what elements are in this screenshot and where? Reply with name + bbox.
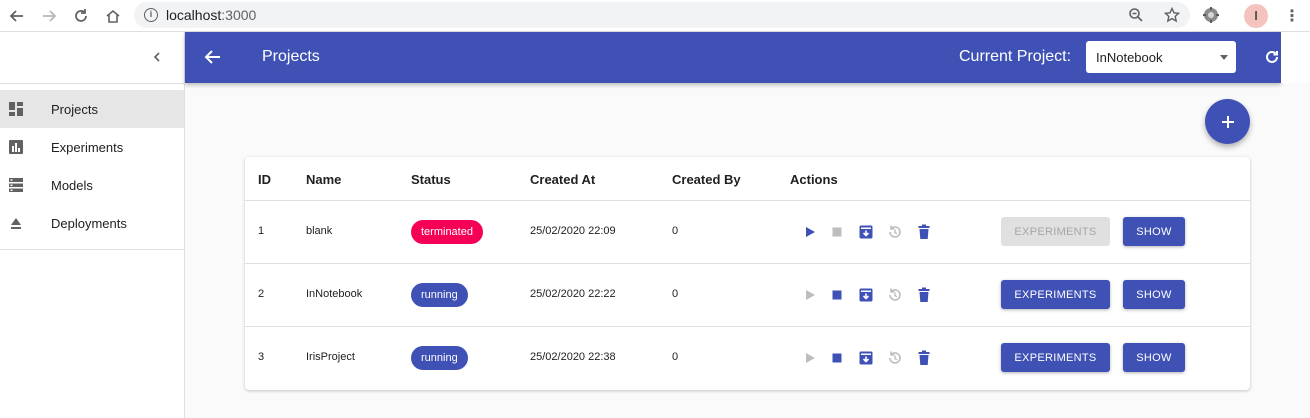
storage-icon — [8, 177, 24, 193]
table-row: 3 IrisProject running 25/02/2020 22:38 0… — [245, 327, 1250, 390]
status-badge: terminated — [411, 220, 483, 244]
stop-icon[interactable] — [828, 223, 846, 241]
chevron-left-icon[interactable] — [146, 46, 168, 68]
status-badge: running — [411, 346, 468, 370]
back-arrow-icon[interactable] — [6, 5, 28, 27]
address-bar[interactable]: i localhost:3000 — [134, 2, 1190, 28]
cell-created-by: 0 — [672, 351, 679, 363]
cell-created-by: 0 — [672, 288, 679, 300]
sidebar-item-label: Projects — [51, 101, 98, 117]
experiments-button[interactable]: EXPERIMENTS — [1001, 280, 1110, 309]
cell-created-at: 25/02/2020 22:38 — [530, 351, 616, 363]
restore-icon[interactable] — [886, 223, 904, 241]
sidebar-item-deployments[interactable]: Deployments — [0, 204, 184, 242]
table-row: 2 InNotebook running 25/02/2020 22:22 0 … — [245, 264, 1250, 327]
sidebar-item-label: Deployments — [51, 215, 127, 231]
sidebar-item-label: Experiments — [51, 139, 124, 155]
restore-icon[interactable] — [886, 349, 904, 367]
stop-icon[interactable] — [828, 286, 846, 304]
extension-icon[interactable] — [1200, 4, 1222, 26]
cell-name: InNotebook — [306, 288, 363, 300]
experiments-button[interactable]: EXPERIMENTS — [1001, 217, 1110, 246]
cell-created-at: 25/02/2020 22:09 — [530, 225, 616, 237]
url-host: localhost — [166, 7, 222, 23]
projects-table: ID Name Status Created At Created By Act… — [245, 157, 1250, 390]
dropdown-caret-icon — [1220, 55, 1228, 60]
current-project-value: InNotebook — [1096, 49, 1163, 65]
table-row: 1 blank terminated 25/02/2020 22:09 0 EX… — [245, 201, 1250, 264]
forward-arrow-icon[interactable] — [38, 5, 60, 27]
sidebar-item-experiments[interactable]: Experiments — [0, 128, 184, 166]
home-icon[interactable] — [102, 5, 124, 27]
plus-icon — [1221, 115, 1234, 128]
archive-icon[interactable] — [857, 223, 875, 241]
delete-icon[interactable] — [915, 223, 933, 241]
experiments-button[interactable]: EXPERIMENTS — [1001, 343, 1110, 372]
archive-icon[interactable] — [857, 349, 875, 367]
page-title: Projects — [262, 48, 320, 65]
sidebar: Projects Experiments Models Deployments — [0, 32, 185, 418]
cell-name: blank — [306, 225, 333, 237]
cell-created-by: 0 — [672, 225, 679, 237]
bar-chart-icon — [8, 139, 24, 155]
url-port: :3000 — [221, 7, 257, 23]
menu-kebab-icon[interactable]: ⋮ — [1282, 6, 1302, 26]
current-project-label: Current Project: — [959, 48, 1072, 65]
column-header-actions: Actions — [790, 172, 838, 187]
delete-icon[interactable] — [915, 349, 933, 367]
stop-icon[interactable] — [828, 349, 846, 367]
star-icon[interactable] — [1162, 5, 1182, 25]
current-project-select[interactable]: InNotebook — [1086, 41, 1236, 73]
column-header-name: Name — [306, 172, 342, 187]
restore-icon[interactable] — [886, 286, 904, 304]
cell-id: 1 — [258, 225, 265, 237]
play-icon[interactable] — [801, 349, 819, 367]
cell-created-at: 25/02/2020 22:22 — [530, 288, 616, 300]
cell-name: IrisProject — [306, 351, 355, 363]
column-header-status: Status — [411, 172, 451, 187]
info-icon[interactable]: i — [144, 8, 158, 22]
column-header-created-at: Created At — [530, 172, 596, 187]
dashboard-icon — [8, 101, 24, 117]
play-icon[interactable] — [801, 223, 819, 241]
browser-toolbar: i localhost:3000 l ⋮ — [0, 0, 1310, 32]
column-header-created-by: Created By — [672, 172, 741, 187]
archive-icon[interactable] — [857, 286, 875, 304]
page-edge — [1281, 32, 1310, 83]
sidebar-item-models[interactable]: Models — [0, 166, 184, 204]
show-button[interactable]: SHOW — [1123, 217, 1185, 246]
app-bar: Projects Current Project: InNotebook — [185, 32, 1281, 83]
sidebar-header — [0, 32, 184, 84]
eject-icon — [8, 215, 24, 231]
profile-avatar[interactable]: l — [1244, 4, 1268, 28]
url-text: localhost:3000 — [166, 7, 256, 23]
cell-id: 3 — [258, 351, 265, 363]
status-badge: running — [411, 283, 468, 307]
show-button[interactable]: SHOW — [1123, 343, 1185, 372]
sidebar-item-projects[interactable]: Projects — [0, 90, 184, 128]
arrow-back-icon[interactable] — [203, 47, 225, 69]
reload-icon[interactable] — [70, 5, 92, 27]
sidebar-nav: Projects Experiments Models Deployments — [0, 84, 184, 250]
delete-icon[interactable] — [915, 286, 933, 304]
sidebar-item-label: Models — [51, 177, 93, 193]
play-icon[interactable] — [801, 286, 819, 304]
column-header-id: ID — [258, 172, 271, 187]
show-button[interactable]: SHOW — [1123, 280, 1185, 309]
add-project-button[interactable] — [1205, 99, 1250, 144]
table-header: ID Name Status Created At Created By Act… — [245, 157, 1250, 201]
cell-id: 2 — [258, 288, 265, 300]
zoom-icon[interactable] — [1126, 5, 1146, 25]
